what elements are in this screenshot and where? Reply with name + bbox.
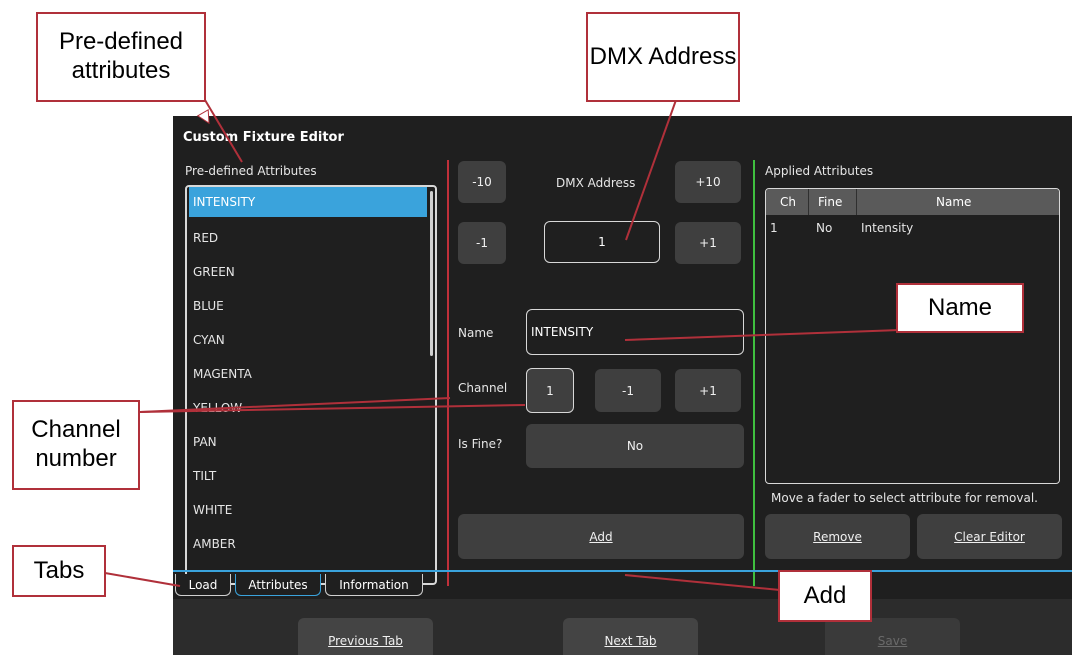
callout-predefined: Pre-defined attributes (36, 12, 206, 102)
callout-tabs: Tabs (12, 545, 106, 597)
callout-name: Name (896, 283, 1024, 333)
callout-dmx: DMX Address (586, 12, 740, 102)
callout-add: Add (778, 570, 872, 622)
callout-channel: Channel number (12, 400, 140, 490)
